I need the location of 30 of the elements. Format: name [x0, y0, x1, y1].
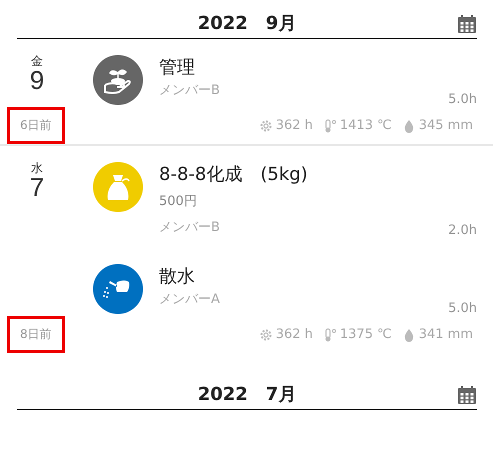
work-hours: 2.0h [448, 223, 477, 238]
task-title: 8-8-8化成 (5kg) [159, 163, 309, 187]
calendar-icon[interactable] [457, 14, 477, 34]
task-title: 管理 [159, 56, 196, 80]
days-ago: 6日前 [7, 107, 65, 144]
calendar-icon[interactable] [457, 385, 477, 405]
day-number: 7 [30, 174, 44, 200]
member-name: メンバーA [159, 291, 221, 309]
temperature: 1375 ℃ [340, 327, 392, 342]
work-hours: 5.0h [448, 301, 477, 316]
gear-icon [258, 328, 273, 342]
thermometer-icon [322, 328, 337, 342]
gear-icon [258, 118, 273, 132]
price: 500円 [159, 193, 198, 211]
work-hours: 5.0h [448, 92, 477, 107]
member-name: メンバーB [159, 219, 221, 237]
member-name: メンバーB [159, 82, 221, 100]
heat-hours: 362 h [276, 118, 313, 133]
temperature: 1413 ℃ [340, 118, 392, 133]
month-title: 2022 7月 [198, 383, 296, 406]
thermometer-icon [322, 118, 337, 132]
day-number: 9 [30, 67, 44, 93]
days-ago: 8日前 [7, 316, 65, 353]
month-title: 2022 9月 [198, 12, 296, 35]
rainfall: 345 mm [418, 118, 473, 133]
task-title: 散水 [159, 265, 196, 289]
weekday: 金 [31, 55, 43, 67]
weekday: 水 [31, 162, 43, 174]
heat-hours: 362 h [276, 327, 313, 342]
rainfall: 341 mm [418, 327, 473, 342]
